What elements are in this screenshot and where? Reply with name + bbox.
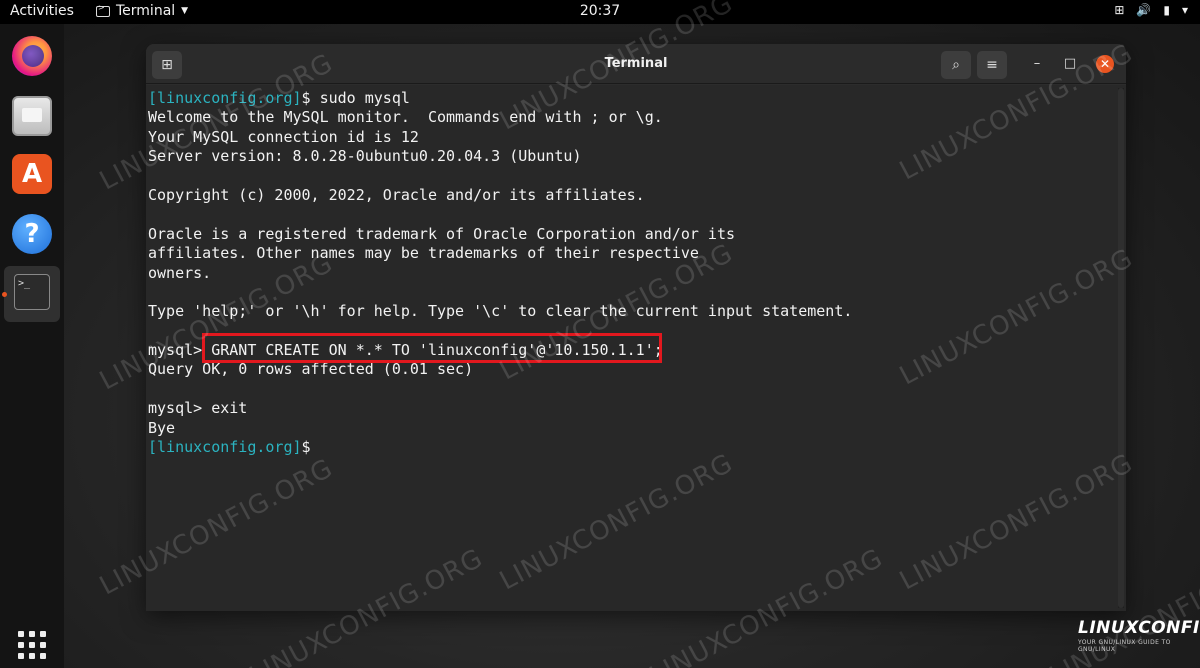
terminal-icon: >_	[14, 274, 50, 310]
terminal-line: Type 'help;' or '\h' for help. Type '\c'…	[148, 302, 1126, 321]
terminal-text: Your MySQL connection id is 12	[148, 127, 419, 146]
search-icon: ⌕	[952, 57, 960, 73]
terminal-line: Copyright (c) 2000, 2022, Oracle and/or …	[148, 186, 1126, 205]
terminal-text: Copyright (c) 2000, 2022, Oracle and/or …	[148, 185, 645, 204]
terminal-line: Bye	[148, 419, 1126, 438]
firefox-icon[interactable]	[12, 36, 52, 76]
terminal-text: $	[301, 438, 320, 457]
system-tray[interactable]: ⊞ 🔊 ▮ ▾	[1114, 3, 1188, 17]
terminal-text: Server version: 8.0.28-0ubuntu0.20.04.3 …	[148, 147, 582, 166]
terminal-text: mysql> GRANT CREATE ON *.* TO 'linuxconf…	[148, 341, 663, 360]
help-icon[interactable]: ?	[12, 214, 52, 254]
terminal-line: Welcome to the MySQL monitor. Commands e…	[148, 108, 1126, 127]
network-icon: ⊞	[1114, 3, 1125, 17]
terminal-output[interactable]: [linuxconfig.org]$ sudo mysql Welcome to …	[146, 85, 1126, 611]
terminal-line: [linuxconfig.org]$ sudo mysql	[148, 89, 1126, 108]
maximize-button[interactable]: □	[1061, 55, 1079, 73]
hamburger-icon: ≡	[986, 57, 998, 73]
battery-icon: ▮	[1163, 3, 1170, 17]
dock: A ? >_	[0, 24, 64, 668]
logo-name: LINUXCONFIG	[1078, 618, 1200, 638]
top-bar: Activities Terminal ▼ 20:37 ⊞ 🔊 ▮ ▾	[0, 0, 1200, 24]
terminal-text: affiliates. Other names may be trademark…	[148, 244, 699, 263]
terminal-text: Welcome to the MySQL monitor. Commands e…	[148, 108, 663, 127]
terminal-line: Oracle is a registered trademark of Orac…	[148, 225, 1126, 244]
logo-tagline: YOUR GNU/LINUX GUIDE TO GNU/LINUX	[1078, 639, 1171, 653]
terminal-text: owners.	[148, 263, 212, 282]
close-button[interactable]: ✕	[1096, 55, 1114, 73]
volume-icon: 🔊	[1136, 3, 1152, 17]
terminal-text: Bye	[148, 418, 176, 437]
terminal-text: Type 'help;' or '\h' for help. Type '\c'…	[148, 302, 853, 321]
terminal-text: $ sudo mysql	[301, 89, 410, 107]
scrollbar[interactable]	[1118, 88, 1124, 608]
scrollbar-thumb[interactable]	[1118, 88, 1124, 608]
dock-terminal-active[interactable]: >_	[4, 266, 60, 322]
terminal-window: Terminal ⊞ ⌕ ≡ – □ ✕ [linuxconfig.org]$ …	[146, 44, 1126, 611]
new-tab-button[interactable]: ⊞	[152, 51, 182, 79]
terminal-line: Server version: 8.0.28-0ubuntu0.20.04.3 …	[148, 147, 1126, 166]
shell-prompt: [linuxconfig.org]	[148, 89, 302, 107]
terminal-line: [linuxconfig.org]$	[148, 438, 1126, 457]
terminal-text: Query OK, 0 rows affected (0.01 sec)	[148, 360, 474, 379]
files-icon[interactable]	[12, 96, 52, 136]
clock[interactable]: 20:37	[0, 3, 1200, 19]
shell-prompt: [linuxconfig.org]	[148, 438, 302, 457]
menu-button[interactable]: ≡	[977, 51, 1007, 79]
terminal-line: owners.	[148, 264, 1126, 283]
show-applications-icon[interactable]	[18, 631, 46, 659]
window-titlebar[interactable]: Terminal ⊞ ⌕ ≡ – □ ✕	[146, 44, 1126, 84]
terminal-line: mysql> GRANT CREATE ON *.* TO 'linuxconf…	[148, 341, 1126, 360]
power-menu-icon: ▾	[1181, 3, 1188, 17]
terminal-text: Oracle is a registered trademark of Orac…	[148, 224, 735, 243]
running-indicator	[2, 292, 7, 297]
terminal-line: affiliates. Other names may be trademark…	[148, 244, 1126, 263]
linuxconfig-logo: LINUXCONFIG YOUR GNU/LINUX GUIDE TO GNU/…	[1078, 618, 1200, 658]
terminal-line: Query OK, 0 rows affected (0.01 sec)	[148, 360, 1126, 379]
terminal-text: mysql> exit	[148, 399, 248, 418]
terminal-line: mysql> exit	[148, 399, 1126, 418]
app-center-icon[interactable]: A	[12, 154, 52, 194]
search-button[interactable]: ⌕	[941, 51, 971, 79]
terminal-line: Your MySQL connection id is 12	[148, 128, 1126, 147]
minimize-button[interactable]: –	[1028, 55, 1046, 73]
